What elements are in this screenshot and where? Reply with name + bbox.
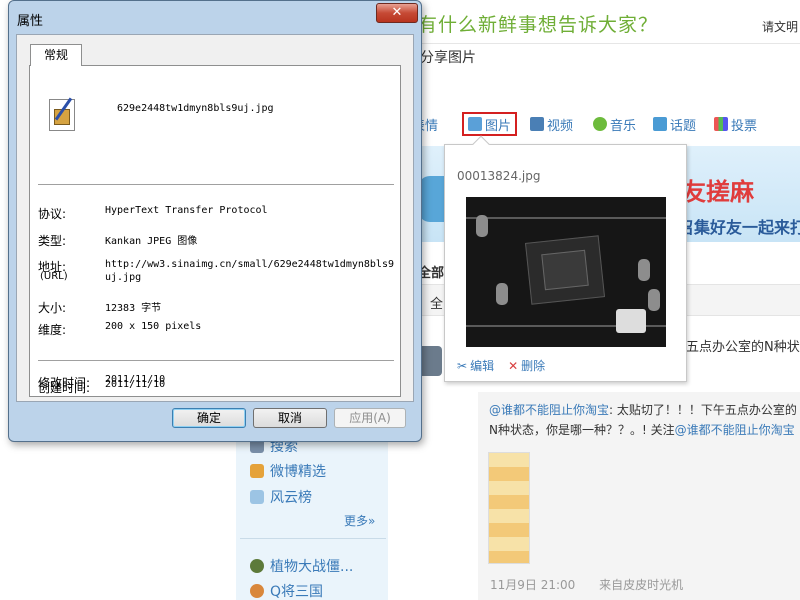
composer-toolbar: 表情 图片 视频 音乐 话题 投票 — [388, 110, 800, 138]
general-panel: 629e2448tw1dmyn8bls9uj.jpg 协议: HyperText… — [29, 65, 401, 397]
properties-dialog: 属性 ✕ 常规 629e2448tw1dmyn8bls9uj.jpg 协议: H… — [8, 0, 422, 442]
tab-general[interactable]: 常规 — [30, 44, 82, 66]
repost-image-thumbnail[interactable] — [488, 452, 530, 564]
feed-post-text: 五点办公室的N种状 — [686, 340, 800, 355]
sidebar-item-ranking[interactable]: 风云榜 — [250, 487, 312, 507]
dimensions-label: 维度: — [38, 323, 67, 337]
type-label: 类型: — [38, 234, 67, 248]
music-icon — [593, 117, 607, 131]
chip-die — [541, 249, 589, 291]
dialog-body: 常规 629e2448tw1dmyn8bls9uj.jpg 协议: HyperT… — [16, 34, 414, 402]
capacitor — [638, 259, 650, 281]
music-label: 音乐 — [610, 118, 637, 134]
topic-button[interactable]: 话题 — [653, 110, 696, 138]
size-label: 大小: — [38, 301, 67, 315]
file-name: 629e2448tw1dmyn8bls9uj.jpg — [117, 103, 274, 114]
cancel-button[interactable]: 取消 — [253, 408, 327, 428]
preview-image[interactable] — [466, 197, 666, 347]
sidebar-item-game-2[interactable]: Q将三国 — [250, 581, 323, 600]
banner-subline: 召集好友一起来打 — [678, 218, 800, 237]
protocol-label: 协议: — [38, 207, 67, 221]
protocol-value: HyperText Transfer Protocol — [105, 205, 268, 216]
composer-slogan: 有什么新鲜事想告诉大家？ — [418, 14, 659, 36]
file-image-icon — [49, 97, 75, 131]
sidebar-item-label: 微博精选 — [270, 464, 326, 480]
address-sublabel: (URL) — [40, 271, 68, 282]
post-time[interactable]: 11月9日 21:00 — [490, 578, 575, 592]
feed-filter-label[interactable]: 全 — [430, 293, 443, 312]
sidebar-item-game-1[interactable]: 植物大战僵... — [250, 556, 353, 576]
close-button[interactable]: ✕ — [376, 3, 418, 23]
divider — [38, 184, 394, 185]
image-preview-popup: 00013824.jpg ✂ 编辑 ✕ 删除 — [444, 135, 687, 382]
sidebar-item-featured[interactable]: 微博精选 — [250, 461, 326, 481]
vote-icon — [714, 117, 728, 131]
mention-link-2[interactable]: @谁都不能阻止你淘宝 — [675, 423, 795, 437]
address-value: http://ww3.sinaimg.cn/small/629e2448tw1d… — [105, 259, 394, 283]
post-source[interactable]: 来自皮皮时光机 — [599, 578, 683, 592]
edit-icon: ✂ — [457, 358, 468, 373]
preview-filename: 00013824.jpg — [457, 169, 541, 183]
repost-text: @谁都不能阻止你淘宝: 太贴切了！！！下午五点办公室的N种状态，你是哪一种？？。… — [489, 400, 800, 440]
delete-label: 删除 — [521, 359, 546, 373]
picture-icon — [468, 117, 482, 131]
delete-button[interactable]: ✕ 删除 — [508, 357, 545, 374]
popup-actions: ✂ 编辑 ✕ 删除 — [457, 357, 545, 374]
topic-icon — [653, 117, 667, 131]
size-value: 12383 字节 — [105, 303, 162, 314]
edit-button[interactable]: ✂ 编辑 — [457, 357, 494, 374]
pcb-trace — [466, 217, 666, 219]
topic-label: 话题 — [670, 118, 697, 134]
vote-label: 投票 — [731, 118, 758, 134]
close-icon: ✕ — [391, 5, 403, 20]
modified-label: 修改时间: — [38, 376, 91, 390]
sidebar-more-link[interactable]: 更多» — [344, 512, 375, 529]
mention-link[interactable]: @谁都不能阻止你淘宝 — [489, 403, 609, 417]
video-icon — [530, 117, 544, 131]
delete-icon: ✕ — [508, 358, 519, 373]
sidebar-item-label: 植物大战僵... — [270, 559, 354, 575]
picture-label: 图片 — [485, 118, 512, 134]
ranking-icon — [250, 490, 264, 504]
edit-label: 编辑 — [470, 359, 495, 373]
dialog-title: 属性 — [17, 14, 44, 29]
capacitor — [648, 289, 660, 311]
vote-button[interactable]: 投票 — [714, 110, 757, 138]
modified-value: 2011/11/10 — [105, 374, 166, 385]
picture-button[interactable]: 图片 — [462, 112, 518, 136]
music-button[interactable]: 音乐 — [593, 110, 636, 138]
connector — [616, 309, 646, 333]
share-text: 分享图片 — [420, 50, 476, 66]
circuit-chip — [524, 235, 606, 305]
game-icon — [250, 559, 264, 573]
divider — [38, 360, 394, 361]
video-button[interactable]: 视频 — [530, 110, 573, 138]
video-label: 视频 — [547, 118, 574, 134]
user-link[interactable]: 请文明 — [762, 18, 798, 35]
ok-button[interactable]: 确定 — [172, 408, 246, 428]
sidebar-item-label: Q将三国 — [270, 584, 324, 600]
post-meta: 11月9日 21:00 来自皮皮时光机 — [490, 576, 703, 593]
capacitor — [476, 215, 488, 237]
sidebar-divider — [240, 538, 386, 539]
dimensions-value: 200 x 150 pixels — [105, 321, 202, 332]
capacitor — [496, 283, 508, 305]
sidebar-item-label: 风云榜 — [270, 490, 312, 506]
thumbs-up-icon — [250, 464, 264, 478]
type-value: Kankan JPEG 图像 — [105, 236, 198, 247]
game-icon — [250, 584, 264, 598]
apply-button[interactable]: 应用(A) — [334, 408, 406, 428]
